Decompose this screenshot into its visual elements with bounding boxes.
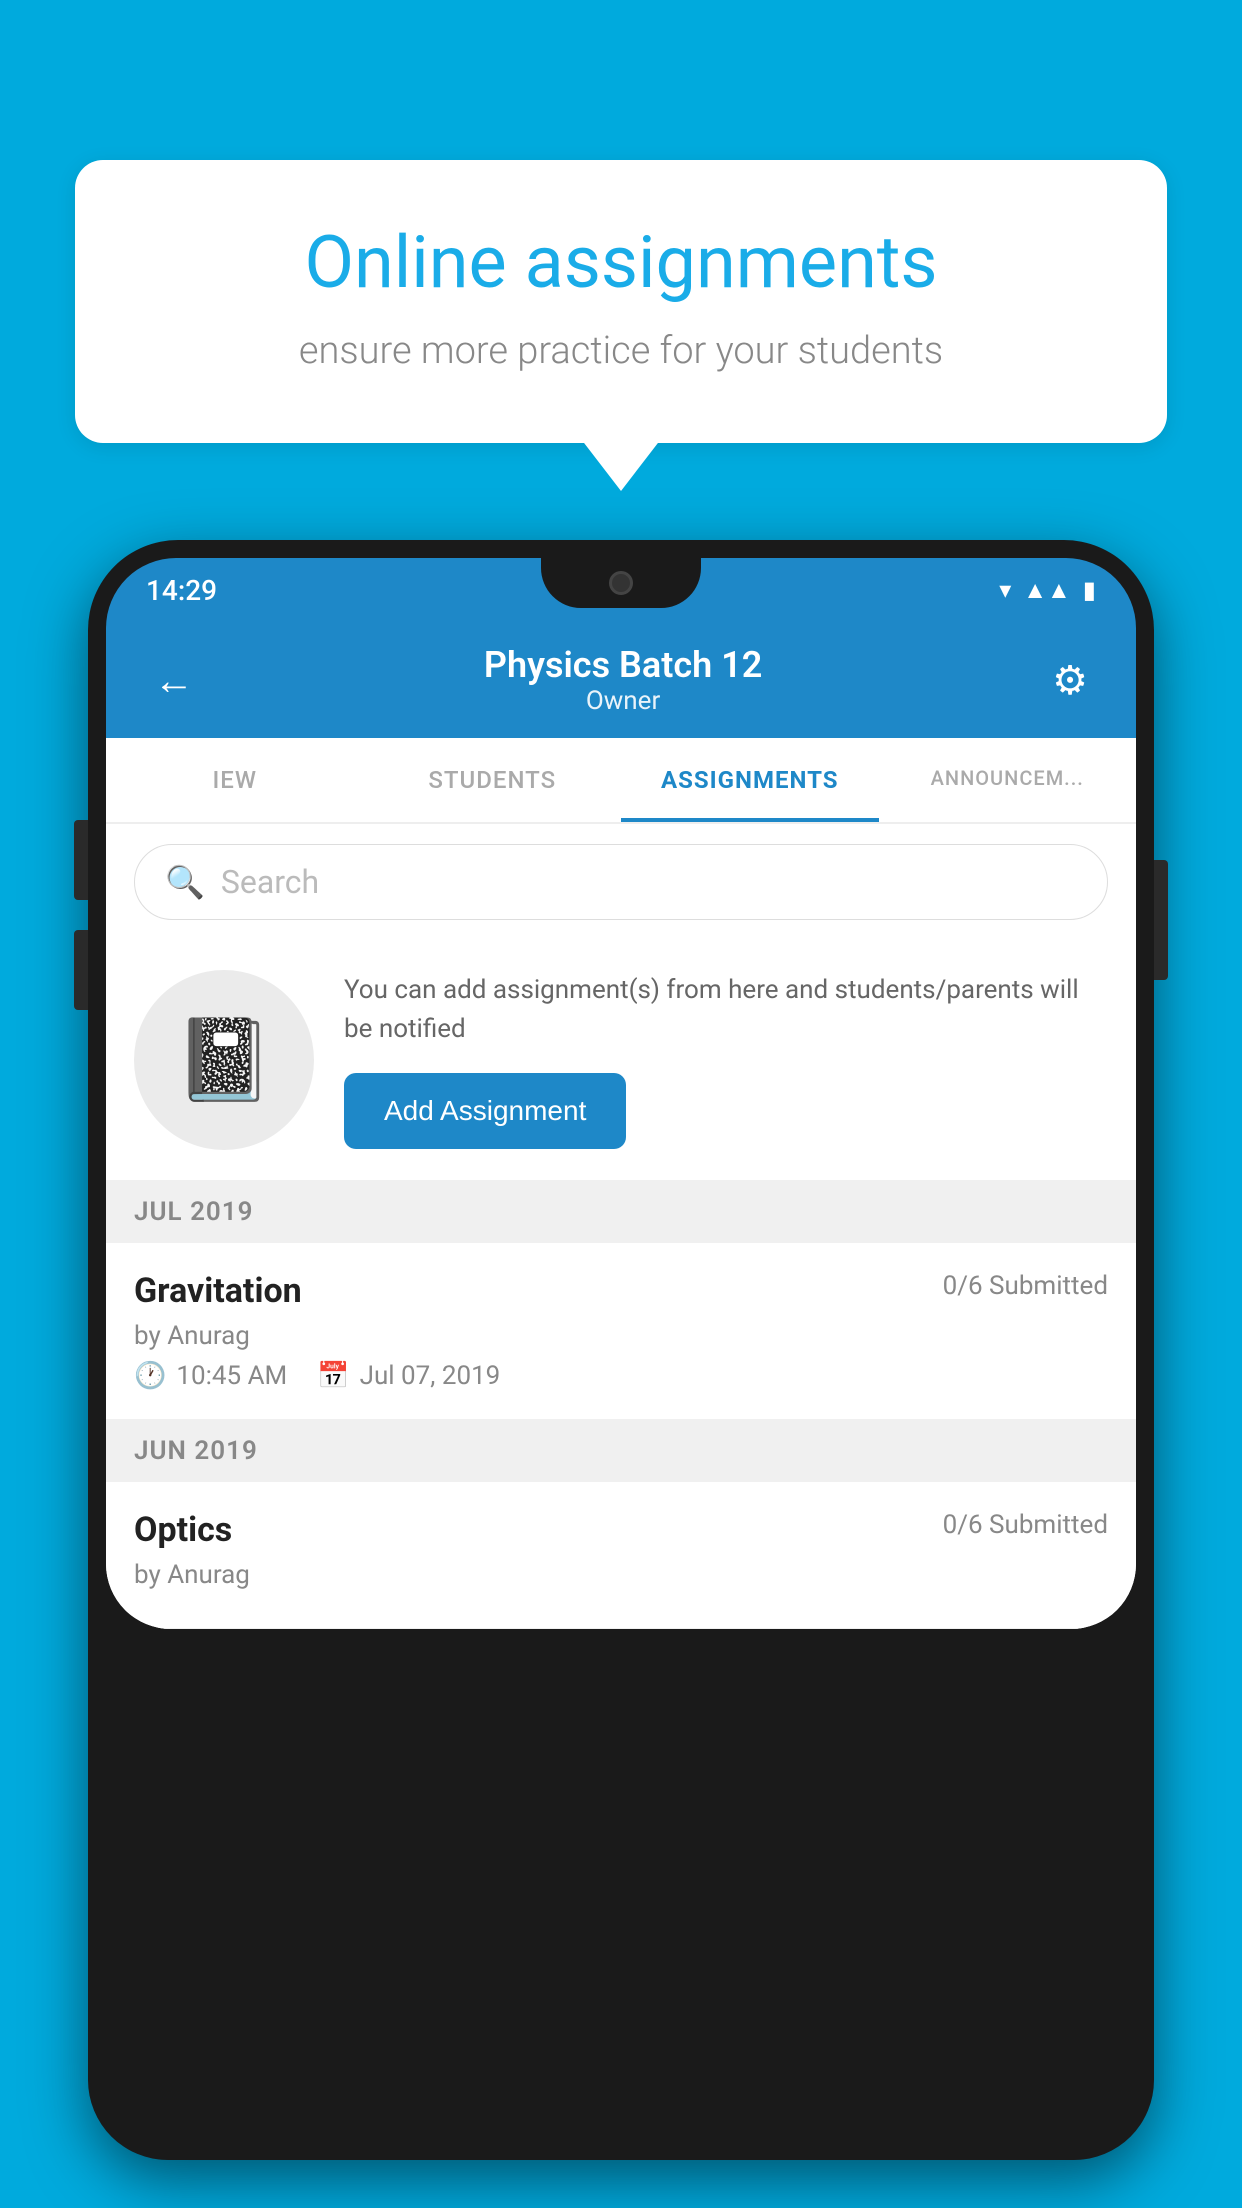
meta-time-gravitation: 🕐 10:45 AM — [134, 1361, 287, 1391]
assignment-submitted-gravitation: 0/6 Submitted — [943, 1271, 1108, 1301]
clock-icon: 🕐 — [134, 1361, 166, 1391]
assignment-header-optics: Optics 0/6 Submitted — [134, 1510, 1108, 1550]
promo-text-area: You can add assignment(s) from here and … — [344, 971, 1108, 1149]
assignment-date-gravitation: Jul 07, 2019 — [360, 1361, 501, 1391]
search-icon: 🔍 — [165, 863, 205, 901]
assignment-item-gravitation[interactable]: Gravitation 0/6 Submitted by Anurag 🕐 10… — [106, 1243, 1136, 1420]
phone-inner: 14:29 ▾ ▲▲ ▮ ← Physics Batch 12 Owner ⚙ — [106, 558, 1136, 2142]
phone-wrapper: 14:29 ▾ ▲▲ ▮ ← Physics Batch 12 Owner ⚙ — [88, 540, 1154, 2208]
app-bar-subtitle: Owner — [484, 686, 762, 716]
promo-section: 📓 You can add assignment(s) from here an… — [106, 940, 1136, 1181]
speech-bubble: Online assignments ensure more practice … — [75, 160, 1167, 443]
tabs-bar: IEW STUDENTS ASSIGNMENTS ANNOUNCEM... — [106, 738, 1136, 824]
assignment-meta-gravitation: 🕐 10:45 AM 📅 Jul 07, 2019 — [134, 1361, 1108, 1391]
tab-announcements[interactable]: ANNOUNCEM... — [879, 738, 1137, 822]
promo-icon-circle: 📓 — [134, 970, 314, 1150]
assignment-item-optics[interactable]: Optics 0/6 Submitted by Anurag — [106, 1482, 1136, 1629]
volume-up-button — [74, 820, 88, 900]
calendar-icon: 📅 — [317, 1361, 349, 1391]
status-time: 14:29 — [146, 574, 217, 607]
camera-dot — [609, 571, 633, 595]
assignment-title-gravitation: Gravitation — [134, 1271, 302, 1311]
status-bar: 14:29 ▾ ▲▲ ▮ — [106, 558, 1136, 622]
promo-description: You can add assignment(s) from here and … — [344, 971, 1108, 1049]
tab-overview[interactable]: IEW — [106, 738, 364, 822]
screen-content: 🔍 Search 📓 You can add assignment(s) fro… — [106, 824, 1136, 1629]
volume-down-button — [74, 930, 88, 1010]
search-bar-container: 🔍 Search — [106, 824, 1136, 940]
notebook-icon: 📓 — [174, 1013, 274, 1107]
tab-assignments[interactable]: ASSIGNMENTS — [621, 738, 879, 822]
month-separator-jul: JUL 2019 — [106, 1181, 1136, 1243]
settings-button[interactable]: ⚙ — [1044, 649, 1096, 712]
wifi-icon: ▾ — [999, 576, 1011, 604]
assignment-author-gravitation: by Anurag — [134, 1321, 1108, 1351]
assignment-title-optics: Optics — [134, 1510, 232, 1550]
status-icons: ▾ ▲▲ ▮ — [999, 576, 1096, 605]
speech-bubble-container: Online assignments ensure more practice … — [75, 160, 1167, 443]
power-button — [1154, 860, 1168, 980]
tab-students[interactable]: STUDENTS — [364, 738, 622, 822]
assignment-header: Gravitation 0/6 Submitted — [134, 1271, 1108, 1311]
phone-notch — [541, 558, 701, 608]
search-placeholder: Search — [221, 863, 319, 901]
meta-date-gravitation: 📅 Jul 07, 2019 — [317, 1361, 500, 1391]
month-separator-jun: JUN 2019 — [106, 1420, 1136, 1482]
assignment-time-gravitation: 10:45 AM — [176, 1361, 287, 1391]
assignment-author-optics: by Anurag — [134, 1560, 1108, 1590]
assignment-submitted-optics: 0/6 Submitted — [943, 1510, 1108, 1540]
bubble-subtitle: ensure more practice for your students — [145, 329, 1097, 373]
battery-icon: ▮ — [1083, 576, 1096, 604]
phone-outer: 14:29 ▾ ▲▲ ▮ ← Physics Batch 12 Owner ⚙ — [88, 540, 1154, 2160]
add-assignment-button[interactable]: Add Assignment — [344, 1073, 626, 1149]
signal-icon: ▲▲ — [1023, 576, 1071, 605]
app-bar: ← Physics Batch 12 Owner ⚙ — [106, 622, 1136, 738]
bubble-title: Online assignments — [145, 220, 1097, 305]
app-bar-title: Physics Batch 12 — [484, 644, 762, 686]
back-button[interactable]: ← — [146, 649, 202, 712]
search-bar[interactable]: 🔍 Search — [134, 844, 1108, 920]
app-bar-center: Physics Batch 12 Owner — [484, 644, 762, 716]
